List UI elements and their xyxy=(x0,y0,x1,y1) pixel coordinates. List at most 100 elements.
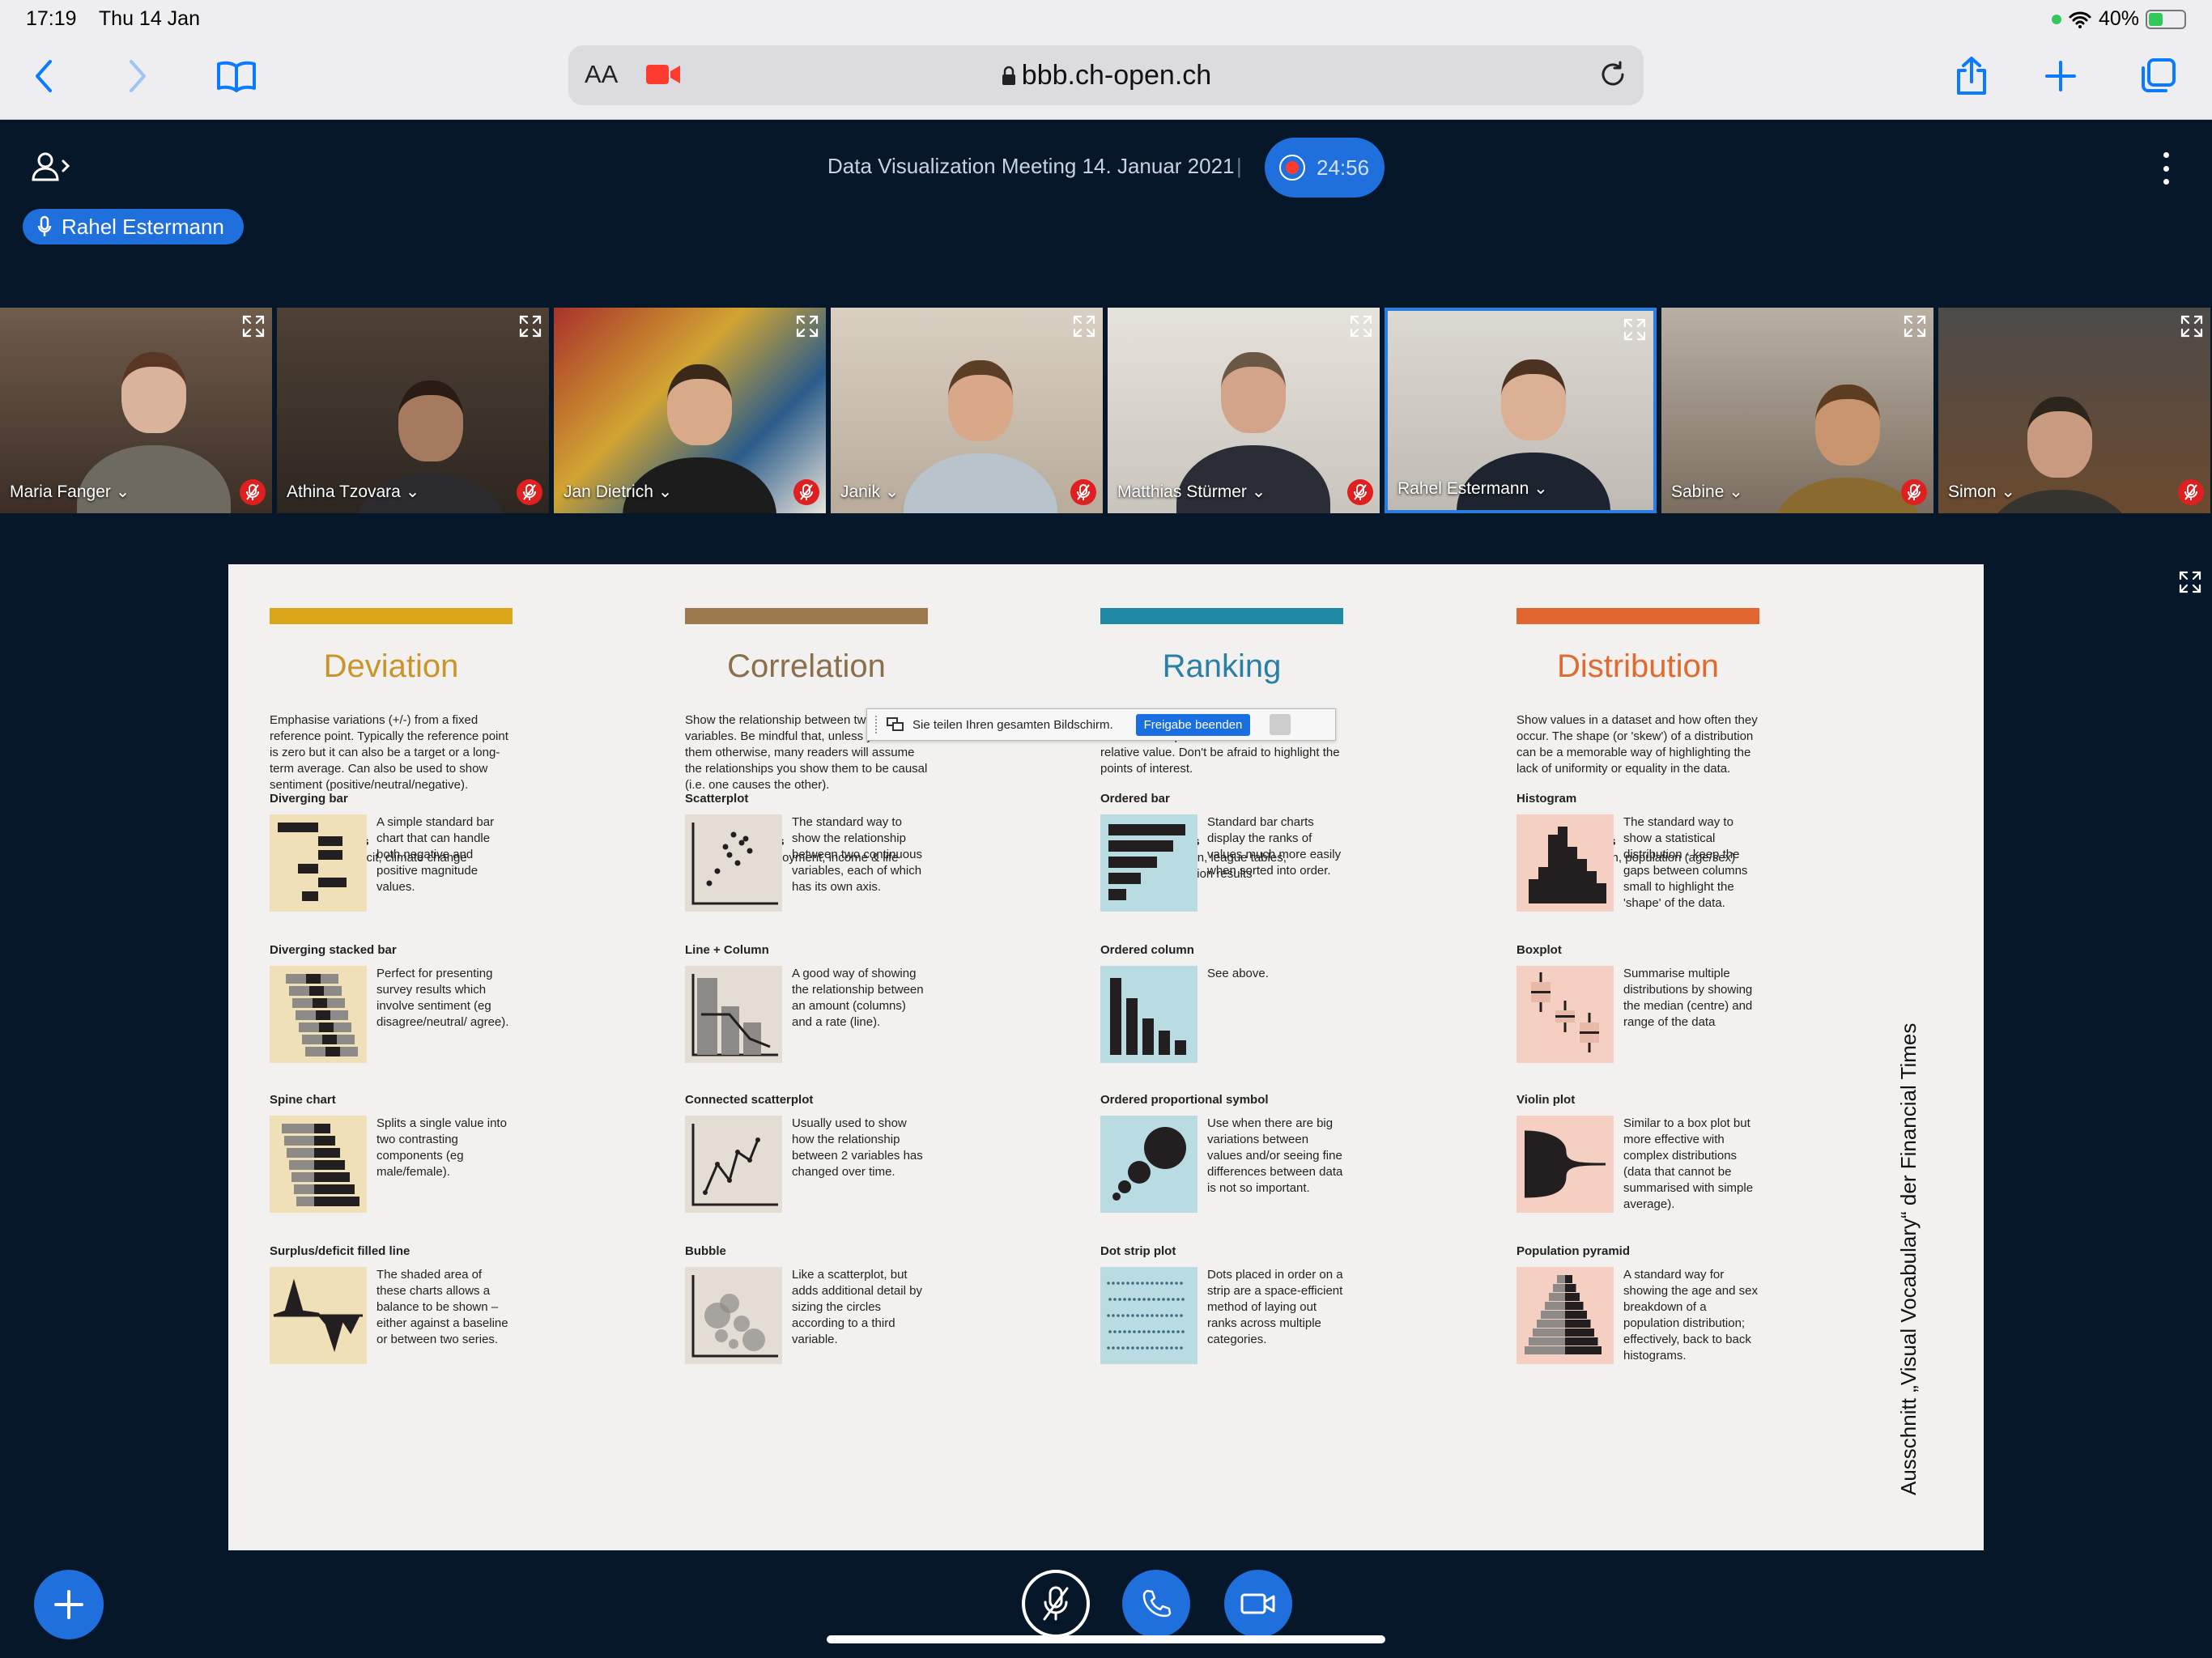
plus-icon xyxy=(54,1590,83,1619)
fullscreen-icon[interactable] xyxy=(2180,314,2204,338)
address-bar[interactable]: AA bbb.ch-open.ch xyxy=(568,45,1644,105)
participant-tile[interactable]: Maria Fanger ⌄ xyxy=(0,308,272,513)
chart-type-description: A simple standard bar chart that can han… xyxy=(376,815,495,894)
category-color-bar xyxy=(1516,608,1759,624)
fullscreen-icon[interactable] xyxy=(518,314,542,338)
battery-fill xyxy=(2149,12,2163,26)
chart-type-description: The standard way to show a statistical d… xyxy=(1623,815,1748,910)
record-icon xyxy=(1279,155,1305,181)
muted-microphone-icon xyxy=(1901,479,1927,505)
status-time: 17:19 xyxy=(26,7,77,30)
stop-sharing-button[interactable]: Freigabe beenden xyxy=(1135,713,1251,736)
chart-type-description: A standard way for showing the age and s… xyxy=(1623,1268,1758,1363)
chart-type-description: Like a scatterplot, but adds additional … xyxy=(792,1268,922,1346)
participant-tile[interactable]: Matthias Stürmer ⌄ xyxy=(1108,308,1380,513)
chart-type-description: Usually used to show how the relationshi… xyxy=(792,1116,923,1179)
chart-type-title: Diverging stacked bar xyxy=(270,943,397,957)
participant-face xyxy=(2027,397,2092,478)
category-title: Correlation xyxy=(727,648,886,684)
share-button[interactable] xyxy=(1951,53,1992,99)
talking-indicator[interactable]: Rahel Estermann xyxy=(23,209,244,244)
participant-name[interactable]: Janik ⌄ xyxy=(840,482,899,502)
bookmarks-button[interactable] xyxy=(212,53,261,99)
fullscreen-icon[interactable] xyxy=(1072,314,1096,338)
title-separator: | xyxy=(1236,154,1242,178)
participant-name[interactable]: Simon ⌄ xyxy=(1948,482,2015,502)
tabs-button[interactable] xyxy=(2138,53,2178,99)
share-webcam-button[interactable] xyxy=(1224,1570,1292,1638)
status-date: Thu 14 Jan xyxy=(98,7,200,30)
fullscreen-icon[interactable] xyxy=(2178,570,2202,594)
tabs-icon xyxy=(2142,58,2176,92)
participant-name[interactable]: Athina Tzovara ⌄ xyxy=(287,482,419,502)
muted-microphone-icon xyxy=(517,479,542,505)
chart-type-title: Histogram xyxy=(1516,792,1577,806)
meeting-title: Data Visualization Meeting 14. Januar 20… xyxy=(827,154,1235,178)
forward-button[interactable] xyxy=(121,53,154,99)
category-title: Ranking xyxy=(1162,648,1282,684)
chart-type-thumbnail xyxy=(270,814,367,912)
participant-face xyxy=(1501,359,1566,440)
minimize-button[interactable] xyxy=(1270,714,1291,735)
screen-share-icon xyxy=(887,717,904,731)
fullscreen-icon[interactable] xyxy=(241,314,266,338)
chart-type-title: Ordered bar xyxy=(1100,792,1170,806)
chart-type-thumbnail xyxy=(1516,966,1614,1063)
fullscreen-icon[interactable] xyxy=(1623,317,1647,342)
book-icon xyxy=(217,61,256,92)
chevron-down-icon: ⌄ xyxy=(1729,483,1743,501)
chevron-down-icon: ⌄ xyxy=(115,483,130,501)
participant-name[interactable]: Sabine ⌄ xyxy=(1671,482,1743,502)
actions-button[interactable] xyxy=(34,1570,104,1639)
fullscreen-icon[interactable] xyxy=(795,314,819,338)
back-button[interactable] xyxy=(28,53,60,99)
plus-icon xyxy=(2045,61,2076,91)
chart-type-title: Diverging bar xyxy=(270,792,348,806)
mute-microphone-button[interactable] xyxy=(1022,1570,1090,1638)
muted-microphone-icon xyxy=(1070,479,1096,505)
drag-handle-icon[interactable] xyxy=(875,716,878,733)
chart-type-item: Ordered column See above. xyxy=(1100,943,1343,1063)
new-tab-button[interactable] xyxy=(2040,53,2081,99)
muted-microphone-icon xyxy=(793,479,819,505)
chart-type-description: Standard bar charts display the ranks of… xyxy=(1207,815,1342,878)
participant-tile[interactable]: Janik ⌄ xyxy=(831,308,1103,513)
chart-type-description: Splits a single value into two contrasti… xyxy=(376,1116,507,1179)
participant-name[interactable]: Matthias Stürmer ⌄ xyxy=(1117,482,1266,502)
participant-tile[interactable]: Sabine ⌄ xyxy=(1661,308,1933,513)
user-list-icon[interactable] xyxy=(31,151,73,183)
participant-figure xyxy=(1176,445,1330,513)
participant-face xyxy=(121,352,186,433)
chart-type-item: Diverging stacked bar Perfect for presen… xyxy=(270,943,513,1063)
chart-type-item: Connected scatterplot Usually used to sh… xyxy=(685,1093,928,1213)
participant-name[interactable]: Jan Dietrich ⌄ xyxy=(564,482,672,502)
recording-button[interactable]: 24:56 xyxy=(1265,138,1385,198)
chart-type-title: Ordered proportional symbol xyxy=(1100,1093,1269,1107)
leave-audio-button[interactable] xyxy=(1122,1570,1190,1638)
chart-type-title: Line + Column xyxy=(685,943,769,957)
status-bar: 17:19 Thu 14 Jan 40% xyxy=(0,0,2212,39)
participant-tile[interactable]: Simon ⌄ xyxy=(1938,308,2210,513)
recording-time: 24:56 xyxy=(1317,155,1370,180)
chart-type-item: Spine chart Splits a single value into t… xyxy=(270,1093,513,1213)
reload-icon[interactable] xyxy=(1597,58,1629,91)
chevron-down-icon: ⌄ xyxy=(657,483,673,501)
fullscreen-icon[interactable] xyxy=(1903,314,1927,338)
muted-microphone-icon xyxy=(1347,479,1373,505)
chart-type-title: Bubble xyxy=(685,1244,726,1258)
chart-type-item: Histogram The standard way to show a sta… xyxy=(1516,792,1759,912)
participant-tile[interactable]: Athina Tzovara ⌄ xyxy=(277,308,549,513)
fullscreen-icon[interactable] xyxy=(1349,314,1373,338)
chart-type-item: Violin plot Similar to a box plot but mo… xyxy=(1516,1093,1759,1213)
chart-type-item: Ordered proportional symbol Use when the… xyxy=(1100,1093,1343,1213)
chart-type-thumbnail xyxy=(685,1116,782,1213)
chevron-down-icon: ⌄ xyxy=(405,483,420,501)
chart-type-thumbnail xyxy=(1100,966,1197,1063)
participant-tile[interactable]: Jan Dietrich ⌄ xyxy=(554,308,826,513)
chart-type-description: Similar to a box plot but more effective… xyxy=(1623,1116,1754,1211)
participant-name[interactable]: Rahel Estermann ⌄ xyxy=(1397,478,1548,499)
participant-tile[interactable]: Rahel Estermann ⌄ xyxy=(1385,308,1657,513)
participant-name[interactable]: Maria Fanger ⌄ xyxy=(10,482,130,502)
chart-type-title: Dot strip plot xyxy=(1100,1244,1176,1258)
options-menu-icon[interactable] xyxy=(2157,152,2175,185)
